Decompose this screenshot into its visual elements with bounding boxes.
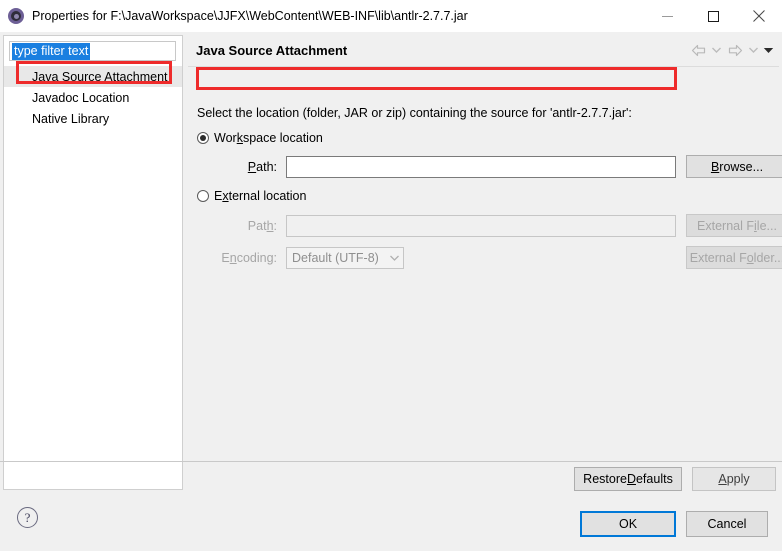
sidebar-item-native-library[interactable]: Native Library xyxy=(4,108,182,129)
external-path-input[interactable] xyxy=(286,214,676,237)
page-title: Java Source Attachment xyxy=(196,43,348,58)
back-button[interactable] xyxy=(688,41,708,59)
page-menu-button[interactable] xyxy=(762,41,775,59)
content-header: Java Source Attachment xyxy=(188,35,779,66)
window-controls xyxy=(644,0,782,32)
minimize-button[interactable] xyxy=(644,0,690,32)
close-button[interactable] xyxy=(736,0,782,32)
sidebar-item-label: Java Source Attachment xyxy=(32,69,168,84)
help-icon[interactable]: ? xyxy=(17,507,38,528)
restore-defaults-button[interactable]: Restore Defaults xyxy=(574,467,682,491)
dialog-body: type filter text Java Source Attachment … xyxy=(0,32,782,494)
back-history-button[interactable] xyxy=(710,41,723,59)
sidebar-item-label: Native Library xyxy=(32,111,110,126)
settings-tree: Java Source Attachment Javadoc Location … xyxy=(4,66,182,129)
chevron-down-icon xyxy=(712,47,721,53)
close-icon xyxy=(753,10,765,22)
header-divider xyxy=(188,66,779,67)
external-encoding-row: Encoding: Default (UTF-8) External Fo lde… xyxy=(197,246,782,269)
chevron-down-icon xyxy=(763,47,774,53)
external-location-label: External location xyxy=(214,189,307,203)
workspace-path-row: Path: Browse... xyxy=(197,155,782,178)
browse-button[interactable]: Browse... xyxy=(686,155,782,178)
external-file-button[interactable]: External Fi le... xyxy=(686,214,782,237)
chevron-down-icon xyxy=(390,255,399,261)
sidebar-item-label: Javadoc Location xyxy=(32,90,130,105)
apply-button[interactable]: Apply xyxy=(692,467,776,491)
filter-input-value: type filter text xyxy=(12,42,91,60)
source-attachment-description: Select the location (folder, JAR or zip)… xyxy=(197,106,632,120)
workspace-location-label: Workspace location xyxy=(214,131,323,145)
forward-history-button[interactable] xyxy=(747,41,760,59)
sidebar-item-javadoc-location[interactable]: Javadoc Location xyxy=(4,87,182,108)
external-path-label: Path: xyxy=(247,218,277,233)
back-arrow-icon xyxy=(691,44,705,56)
external-path-row: Path: External Fi le... xyxy=(197,214,782,237)
workspace-path-input[interactable] xyxy=(286,155,676,178)
eclipse-icon xyxy=(8,8,24,24)
filter-input[interactable]: type filter text xyxy=(9,41,176,61)
encoding-select[interactable]: Default (UTF-8) xyxy=(286,246,404,269)
minimize-icon xyxy=(661,15,673,17)
forward-button[interactable] xyxy=(725,41,745,59)
sidebar-item-java-source-attachment[interactable]: Java Source Attachment xyxy=(4,66,182,87)
external-location-radio[interactable]: External location xyxy=(197,189,306,203)
ok-button[interactable]: OK xyxy=(580,511,676,537)
forward-arrow-icon xyxy=(728,44,742,56)
page-nav-toolbar xyxy=(688,41,775,59)
encoding-select-value: Default (UTF-8) xyxy=(292,250,379,265)
cancel-button[interactable]: Cancel xyxy=(686,511,768,537)
workspace-location-radio[interactable]: Workspace location xyxy=(197,131,323,145)
radio-indicator-icon xyxy=(197,190,209,202)
external-encoding-label: Encoding: xyxy=(221,250,277,265)
workspace-path-label: Path: xyxy=(247,159,277,174)
radio-indicator-icon xyxy=(197,132,209,144)
title-bar: Properties for F:\JavaWorkspace\JJFX\Web… xyxy=(0,0,782,32)
external-folder-button[interactable]: External Fo lder... xyxy=(686,246,782,269)
maximize-icon xyxy=(707,10,719,22)
chevron-down-icon xyxy=(749,47,758,53)
maximize-button[interactable] xyxy=(690,0,736,32)
help-glyph: ? xyxy=(24,509,31,525)
footer-divider xyxy=(0,461,782,462)
window-title: Properties for F:\JavaWorkspace\JJFX\Web… xyxy=(32,9,468,23)
settings-tree-panel: type filter text Java Source Attachment … xyxy=(3,35,183,490)
content-panel: Java Source Attachment Select the locati… xyxy=(188,35,782,491)
